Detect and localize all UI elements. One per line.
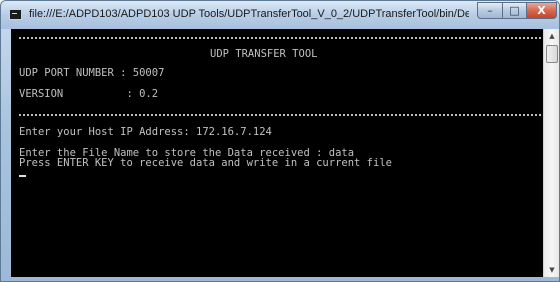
console-window: file:///E:/ADPD103/ADPD103 UDP Tools/UDP… (0, 0, 560, 282)
close-button[interactable]: X (526, 2, 557, 19)
maximize-button[interactable]: □ (502, 2, 527, 19)
title-bar[interactable]: file:///E:/ADPD103/ADPD103 UDP Tools/UDP… (1, 1, 559, 29)
tool-heading: UDP TRANSFER TOOL (210, 48, 318, 60)
console-output[interactable]: UDP TRANSFER TOOL UDP PORT NUMBER : 5000… (11, 29, 543, 277)
vertical-scrollbar[interactable]: ▲ ▼ (543, 29, 559, 277)
console-text: UDP TRANSFER TOOL UDP PORT NUMBER : 5000… (19, 29, 541, 177)
scrollbar-thumb[interactable] (546, 45, 558, 63)
console-app-icon[interactable] (9, 9, 22, 20)
minimize-icon: – (487, 4, 493, 17)
scroll-down-arrow-icon[interactable]: ▼ (545, 263, 559, 277)
scroll-up-arrow-icon[interactable]: ▲ (545, 29, 559, 43)
version-line: VERSION : 0.2 (19, 88, 159, 100)
window-title: file:///E:/ADPD103/ADPD103 UDP Tools/UDP… (29, 8, 469, 20)
close-icon: X (537, 4, 546, 17)
separator-line (19, 114, 541, 116)
maximize-icon: □ (509, 4, 520, 17)
separator-line (19, 37, 541, 39)
press-enter-prompt: Press ENTER KEY to receive data and writ… (19, 157, 392, 169)
minimize-button[interactable]: – (477, 2, 503, 19)
port-number-line: UDP PORT NUMBER : 50007 (19, 67, 165, 79)
text-cursor (19, 175, 26, 177)
host-ip-line: Enter your Host IP Address: 172.16.7.124 (19, 126, 272, 138)
